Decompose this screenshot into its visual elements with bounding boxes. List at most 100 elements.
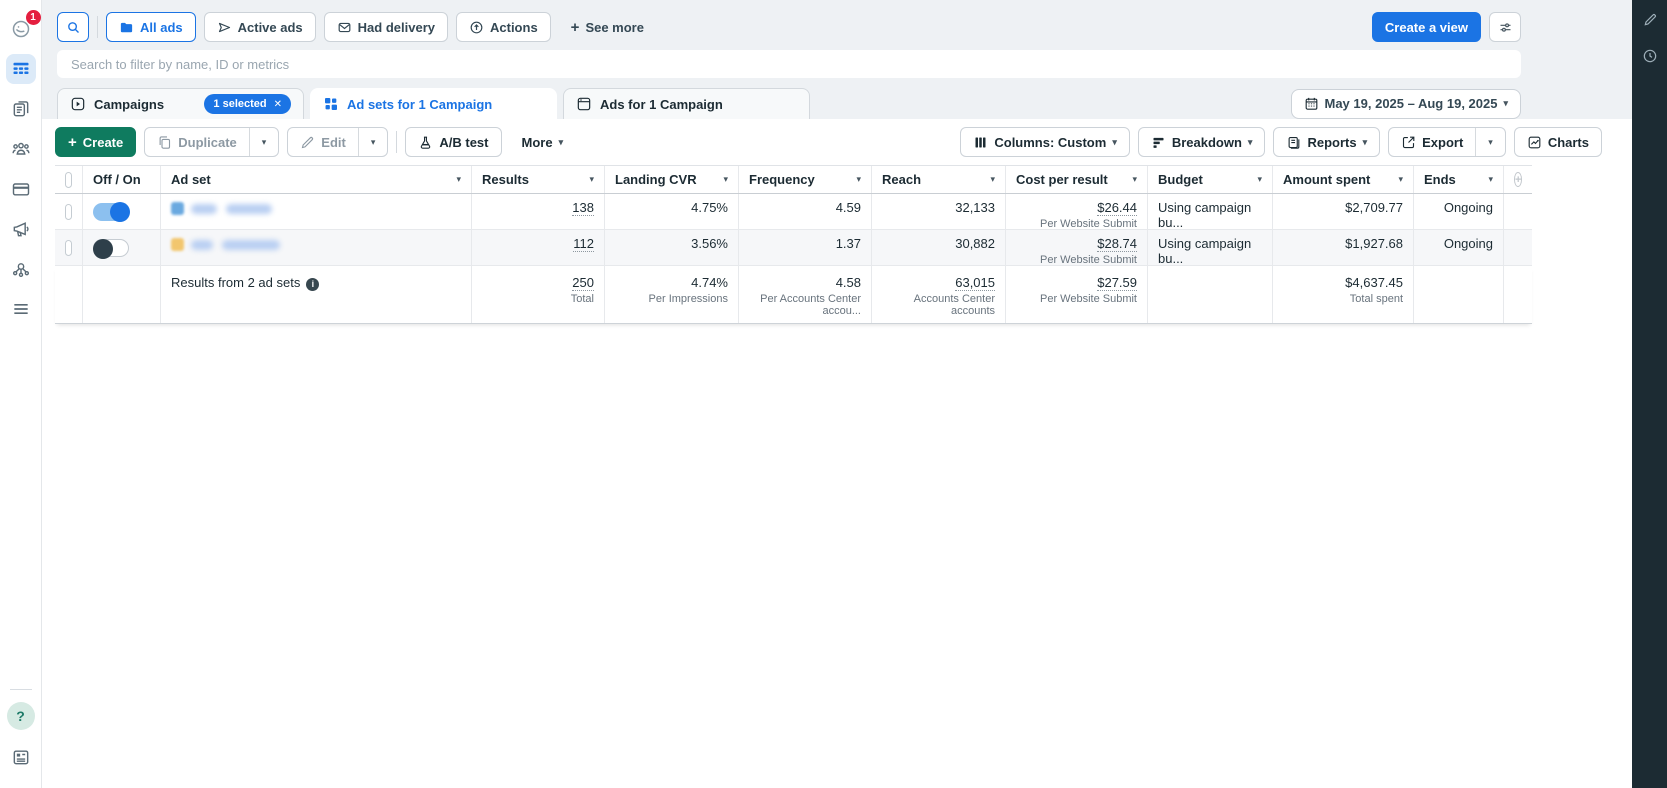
select-all-checkbox[interactable] (65, 172, 72, 188)
summary-results-value[interactable]: 250 (572, 275, 594, 291)
duplicate-dropdown[interactable]: ▾ (249, 128, 279, 156)
results-value[interactable]: 112 (573, 236, 594, 252)
toggle-cell (83, 230, 161, 265)
row-checkbox[interactable] (65, 240, 72, 256)
ab-test-button[interactable]: A/B test (405, 127, 501, 157)
summary-frequency-sub: Per Accounts Center accou... (749, 293, 861, 317)
ab-test-label: A/B test (439, 135, 488, 150)
budget-cell: Using campaign bu... (1148, 194, 1273, 229)
summary-results-sub: Total (482, 293, 594, 305)
sidebar-item-news[interactable] (6, 742, 36, 772)
edit-button[interactable]: Edit (288, 128, 358, 156)
ad-set-toggle[interactable] (93, 203, 129, 221)
see-more-label: See more (585, 20, 644, 35)
header-label: Landing CVR (615, 172, 697, 187)
search-button[interactable] (57, 12, 89, 42)
header-ends[interactable]: Ends▾ (1414, 166, 1504, 193)
columns-button[interactable]: Columns: Custom ▾ (960, 127, 1129, 157)
sidebar-item-audiences[interactable] (6, 134, 36, 164)
ad-set-toggle[interactable] (93, 239, 129, 257)
chevron-down-icon: ▾ (1248, 138, 1253, 147)
header-label: Cost per result (1016, 172, 1108, 187)
tab-ads[interactable]: Ads for 1 Campaign (563, 88, 810, 119)
filter-chip-label: Actions (490, 20, 538, 35)
summary-cost-cell: $27.59Per Website Submit (1006, 266, 1148, 323)
landing-cvr-value: 3.56% (691, 236, 728, 251)
tab-ad-sets[interactable]: Ad sets for 1 Campaign (310, 88, 557, 119)
date-range-button[interactable]: May 19, 2025 – Aug 19, 2025 ▾ (1291, 89, 1522, 119)
header-results[interactable]: Results▾ (472, 166, 605, 193)
add-column-button[interactable]: + (1514, 172, 1522, 187)
reports-button[interactable]: Reports ▾ (1273, 127, 1380, 157)
header-label: Ad set (171, 172, 211, 187)
summary-cost-value[interactable]: $27.59 (1097, 275, 1137, 291)
sidebar-item-connections[interactable] (6, 254, 36, 284)
table-row: 138 4.75% 4.59 32,133 $26.44Per Website … (55, 194, 1532, 230)
date-range-label: May 19, 2025 – Aug 19, 2025 (1325, 96, 1498, 111)
breakdown-button[interactable]: Breakdown ▾ (1138, 127, 1266, 157)
help-button[interactable]: ? (7, 702, 35, 730)
header-frequency[interactable]: Frequency▾ (739, 166, 872, 193)
plus-icon: + (571, 20, 580, 35)
header-reach[interactable]: Reach▾ (872, 166, 1006, 193)
edit-panel-button[interactable] (1638, 8, 1662, 32)
header-ad-set[interactable]: Ad set ▾ (161, 166, 472, 193)
sidebar-item-ads-manager[interactable] (6, 54, 36, 84)
filter-chip-had-delivery[interactable]: Had delivery (324, 12, 448, 42)
header-landing-cvr[interactable]: Landing CVR▾ (605, 166, 739, 193)
sort-caret-icon: ▾ (456, 175, 461, 184)
charts-button[interactable]: Charts (1514, 127, 1602, 157)
filter-chip-active-ads[interactable]: Active ads (204, 12, 316, 42)
ads-icon (576, 96, 592, 112)
sidebar-item-all-tools[interactable] (6, 294, 36, 324)
duplicate-button[interactable]: Duplicate (145, 128, 249, 156)
plus-icon: + (68, 135, 77, 150)
edit-split-button: Edit ▾ (287, 127, 388, 157)
header-budget[interactable]: Budget▾ (1148, 166, 1273, 193)
tab-campaigns[interactable]: Campaigns 1 selected ✕ (57, 88, 304, 119)
header-cost-per-result[interactable]: Cost per result▾ (1006, 166, 1148, 193)
business-avatar[interactable]: 1 (6, 14, 36, 44)
redacted-text (226, 204, 272, 214)
sidebar-item-pages[interactable] (6, 94, 36, 124)
edit-dropdown[interactable]: ▾ (358, 128, 388, 156)
view-settings-button[interactable] (1489, 12, 1521, 42)
summary-landing-cvr-sub: Per Impressions (615, 293, 728, 305)
create-a-view-button[interactable]: Create a view (1372, 12, 1481, 42)
more-button[interactable]: More ▾ (510, 127, 576, 157)
summary-amount-spent-sub: Total spent (1283, 293, 1403, 305)
chart-icon (1527, 135, 1542, 150)
summary-reach-value[interactable]: 63,015 (955, 275, 995, 291)
selected-badge[interactable]: 1 selected ✕ (204, 94, 291, 114)
sidebar-item-advertise[interactable] (6, 214, 36, 244)
ad-set-name-redacted[interactable] (161, 194, 472, 229)
budget-value: Using campaign bu... (1158, 200, 1251, 229)
results-value[interactable]: 138 (572, 200, 594, 216)
export-dropdown[interactable]: ▾ (1475, 128, 1505, 156)
sidebar-item-billing[interactable] (6, 174, 36, 204)
history-panel-button[interactable] (1638, 44, 1662, 68)
ad-set-name-redacted[interactable] (161, 230, 472, 265)
pencil-icon (1642, 12, 1658, 28)
filter-chip-actions[interactable]: Actions (456, 12, 551, 42)
row-checkbox[interactable] (65, 204, 72, 220)
amount-spent-cell: $1,927.68 (1273, 230, 1414, 265)
search-input[interactable] (57, 50, 1521, 78)
header-amount-spent[interactable]: Amount spent▾ (1273, 166, 1414, 193)
cost-value[interactable]: $28.74 (1097, 236, 1137, 252)
filter-chip-all-ads[interactable]: All ads (106, 12, 196, 42)
ends-cell: Ongoing (1414, 194, 1504, 229)
summary-row: Results from 2 ad setsi 250Total 4.74%Pe… (55, 266, 1532, 324)
create-button[interactable]: + Create (55, 127, 136, 157)
export-button[interactable]: Export (1389, 128, 1475, 156)
info-icon[interactable]: i (306, 278, 319, 291)
columns-icon (973, 135, 988, 150)
close-icon[interactable]: ✕ (274, 99, 282, 110)
see-more-button[interactable]: + See more (559, 12, 656, 42)
frequency-value: 1.37 (836, 236, 861, 251)
cost-value[interactable]: $26.44 (1097, 200, 1137, 216)
search-icon (66, 20, 81, 35)
table-row: 112 3.56% 1.37 30,882 $28.74Per Website … (55, 230, 1532, 266)
header-off-on[interactable]: Off / On (83, 166, 161, 193)
row-select-cell (55, 230, 83, 265)
